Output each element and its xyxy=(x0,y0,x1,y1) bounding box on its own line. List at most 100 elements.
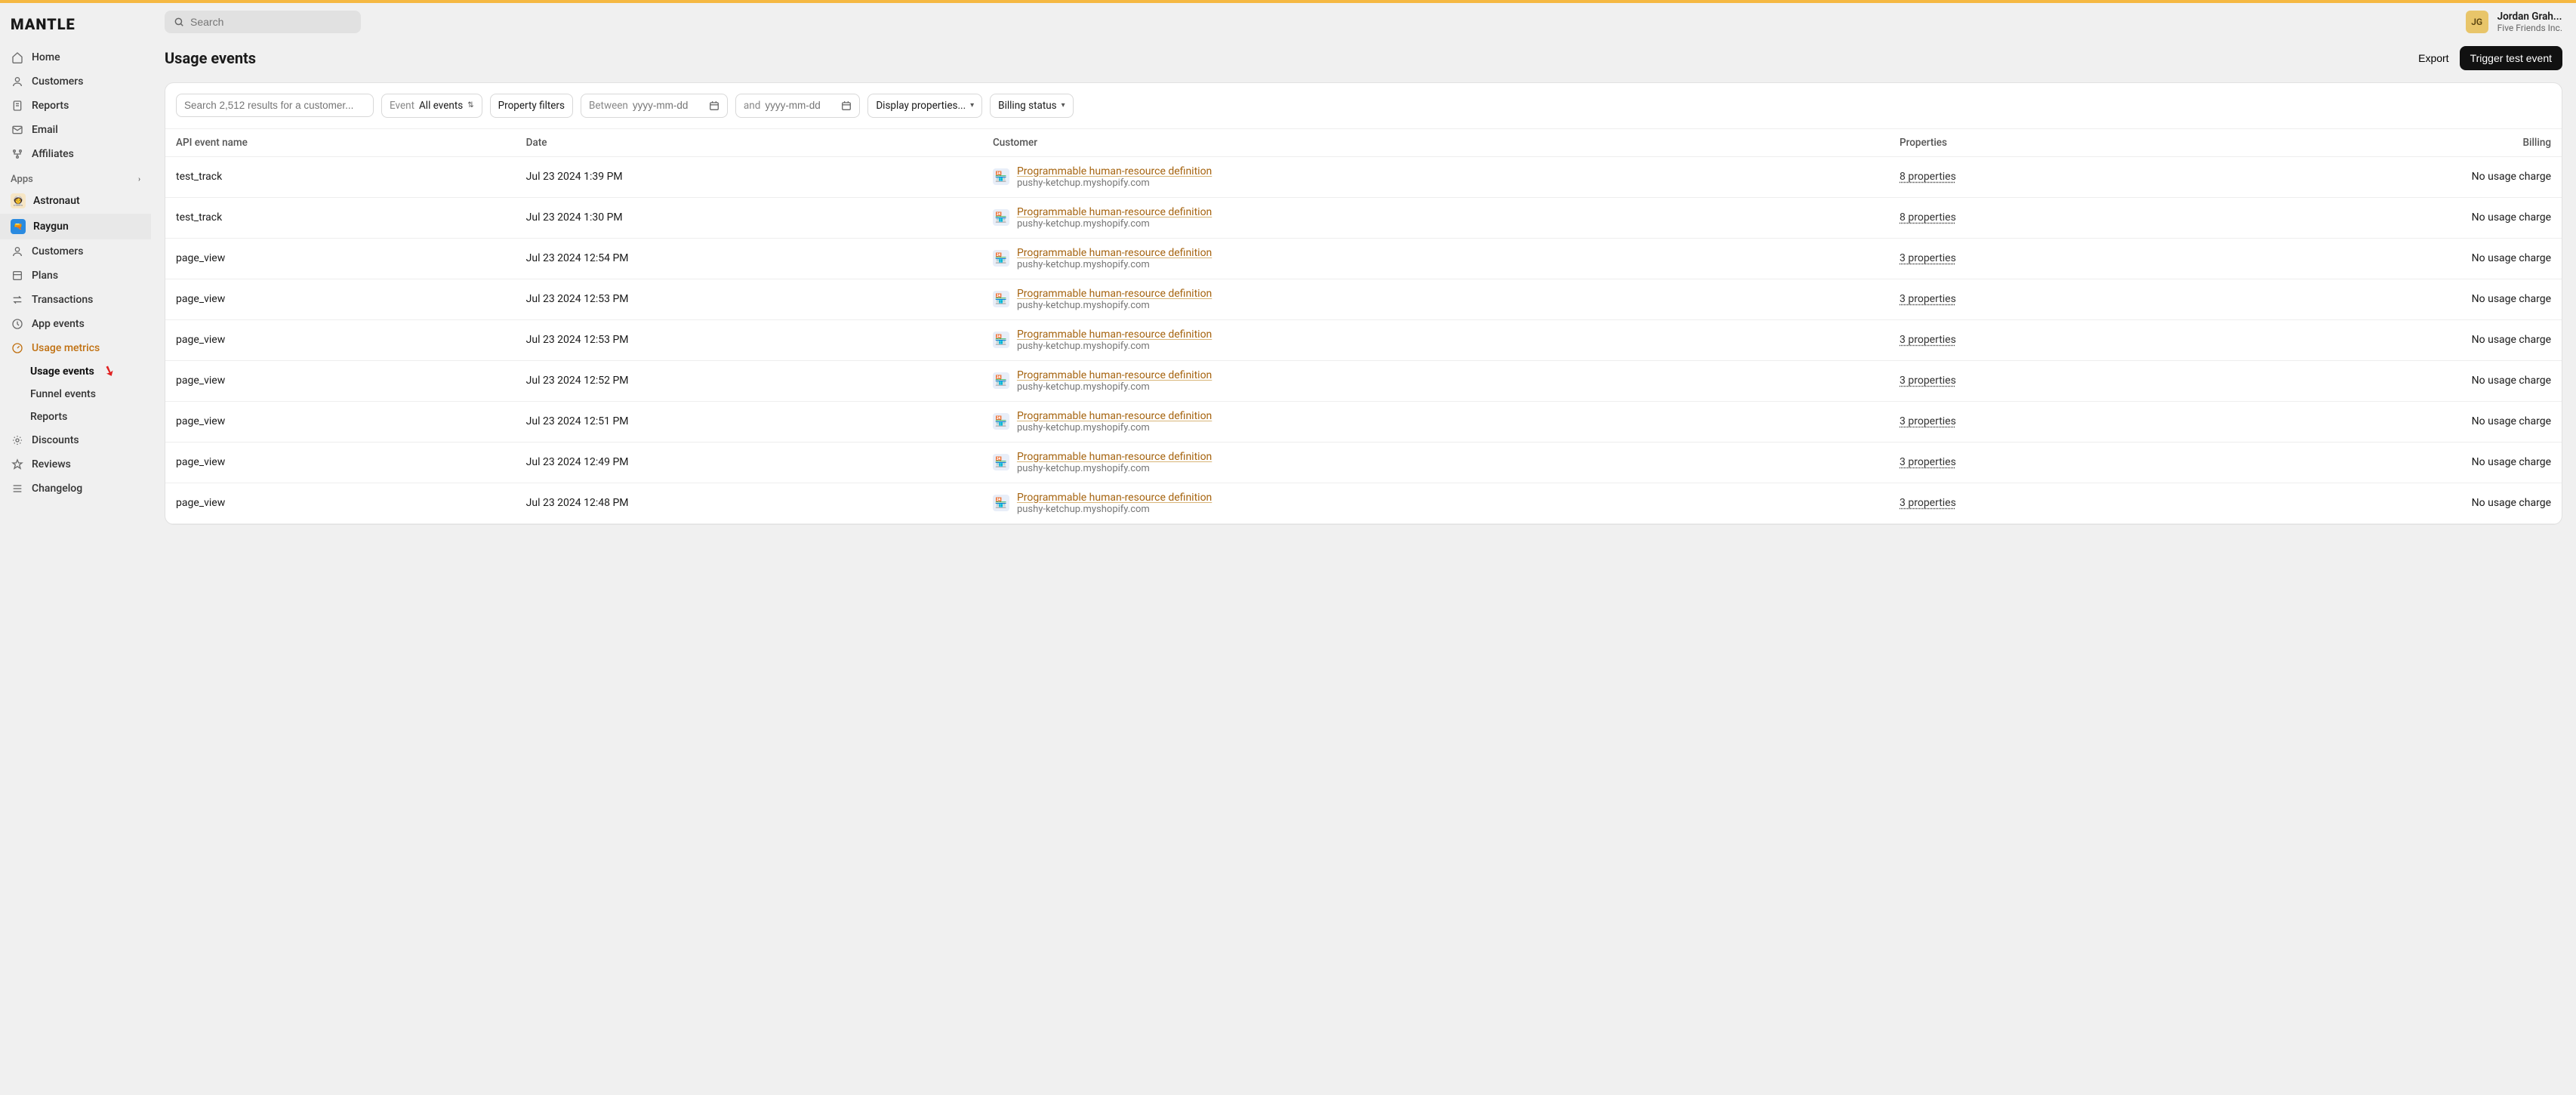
table-row[interactable]: page_view Jul 23 2024 12:49 PM 🏪 Program… xyxy=(165,442,2562,483)
nav-customers[interactable]: Customers xyxy=(0,69,151,94)
customer-link[interactable]: Programmable human-resource definition xyxy=(1017,165,1212,177)
and-label: and xyxy=(744,100,760,112)
table-row[interactable]: test_track Jul 23 2024 1:30 PM 🏪 Program… xyxy=(165,197,2562,238)
cell-billing: No usage charge xyxy=(2182,238,2562,279)
property-filters-button[interactable]: Property filters xyxy=(490,94,573,118)
export-button[interactable]: Export xyxy=(2408,46,2459,70)
table-row[interactable]: page_view Jul 23 2024 12:53 PM 🏪 Program… xyxy=(165,279,2562,319)
customer-search-input[interactable] xyxy=(184,100,365,111)
cell-billing: No usage charge xyxy=(2182,360,2562,401)
nav-reports[interactable]: Reports xyxy=(0,94,151,118)
table-row[interactable]: page_view Jul 23 2024 12:52 PM 🏪 Program… xyxy=(165,360,2562,401)
properties-link[interactable]: 3 properties xyxy=(1900,252,1956,264)
nav-email[interactable]: Email xyxy=(0,118,151,142)
table-row[interactable]: page_view Jul 23 2024 12:51 PM 🏪 Program… xyxy=(165,401,2562,442)
nav-sub-reports[interactable]: Reports xyxy=(0,406,151,428)
arrow-annotation-icon: ➘ xyxy=(101,362,117,381)
col-billing: Billing xyxy=(2182,129,2562,157)
nav-sub-usage-events[interactable]: Usage events➘ xyxy=(0,360,151,383)
cell-api: test_track xyxy=(165,156,516,197)
customer-link[interactable]: Programmable human-resource definition xyxy=(1017,247,1212,259)
customer-search[interactable] xyxy=(176,94,374,117)
nav-sub-label: Reports xyxy=(30,411,67,423)
cell-billing: No usage charge xyxy=(2182,483,2562,523)
display-properties-filter[interactable]: Display properties... ▾ xyxy=(867,94,982,118)
topbar: JG Jordan Grah... Five Friends Inc. xyxy=(151,3,2576,42)
properties-link[interactable]: 3 properties xyxy=(1900,375,1956,387)
app-astronaut[interactable]: 👩‍🚀Astronaut xyxy=(0,188,151,214)
nav-plans[interactable]: Plans xyxy=(0,264,151,288)
nav-discounts[interactable]: Discounts xyxy=(0,428,151,452)
billing-status-filter[interactable]: Billing status ▾ xyxy=(990,94,1074,118)
cell-date: Jul 23 2024 12:48 PM xyxy=(516,483,982,523)
nav-label: Discounts xyxy=(32,434,79,446)
cell-api: page_view xyxy=(165,401,516,442)
cell-customer: 🏪 Programmable human-resource definition… xyxy=(982,238,1889,279)
cell-properties: 3 properties xyxy=(1889,401,2182,442)
astronaut-icon: 👩‍🚀 xyxy=(11,193,26,208)
nav-changelog[interactable]: Changelog xyxy=(0,477,151,501)
customer-link[interactable]: Programmable human-resource definition xyxy=(1017,492,1212,504)
properties-link[interactable]: 3 properties xyxy=(1900,415,1956,427)
customer-domain: pushy-ketchup.myshopify.com xyxy=(1017,422,1212,433)
customer-link[interactable]: Programmable human-resource definition xyxy=(1017,451,1212,463)
properties-link[interactable]: 3 properties xyxy=(1900,497,1956,509)
table-row[interactable]: page_view Jul 23 2024 12:53 PM 🏪 Program… xyxy=(165,319,2562,360)
nav-label: Email xyxy=(32,124,58,136)
store-icon: 🏪 xyxy=(993,372,1009,389)
events-card: Event All events ⇅ Property filters Betw… xyxy=(165,82,2562,525)
col-customer: Customer xyxy=(982,129,1889,157)
customer-link[interactable]: Programmable human-resource definition xyxy=(1017,369,1212,381)
customers-icon xyxy=(11,75,24,88)
app-events-icon xyxy=(11,317,24,331)
cell-properties: 8 properties xyxy=(1889,156,2182,197)
global-search-input[interactable] xyxy=(190,16,352,28)
nav-home[interactable]: Home xyxy=(0,45,151,69)
customer-link[interactable]: Programmable human-resource definition xyxy=(1017,328,1212,341)
properties-link[interactable]: 8 properties xyxy=(1900,171,1956,183)
customer-link[interactable]: Programmable human-resource definition xyxy=(1017,206,1212,218)
user-meta[interactable]: Jordan Grah... Five Friends Inc. xyxy=(2497,11,2562,34)
nav-customers[interactable]: Customers xyxy=(0,239,151,264)
app-raygun[interactable]: 🔫Raygun xyxy=(0,214,151,239)
brand-logo[interactable]: MANTLE xyxy=(0,11,151,45)
trigger-test-event-button[interactable]: Trigger test event xyxy=(2460,46,2562,70)
properties-link[interactable]: 3 properties xyxy=(1900,334,1956,346)
properties-link[interactable]: 3 properties xyxy=(1900,456,1956,468)
date-to-input[interactable] xyxy=(765,100,837,111)
date-to-filter[interactable]: and xyxy=(735,94,860,118)
date-from-filter[interactable]: Between xyxy=(581,94,728,118)
cell-customer: 🏪 Programmable human-resource definition… xyxy=(982,483,1889,523)
nav-sub-label: Funnel events xyxy=(30,388,96,400)
nav-sub-funnel-events[interactable]: Funnel events xyxy=(0,383,151,406)
apps-section-label[interactable]: Apps › xyxy=(0,166,151,188)
event-filter[interactable]: Event All events ⇅ xyxy=(381,94,482,118)
cell-properties: 3 properties xyxy=(1889,483,2182,523)
nav-transactions[interactable]: Transactions xyxy=(0,288,151,312)
properties-link[interactable]: 8 properties xyxy=(1900,211,1956,224)
nav-app-events[interactable]: App events xyxy=(0,312,151,336)
property-filters-label: Property filters xyxy=(498,100,565,112)
sidebar: MANTLE HomeCustomersReportsEmailAffiliat… xyxy=(0,3,151,1095)
cell-date: Jul 23 2024 12:53 PM xyxy=(516,279,982,319)
properties-link[interactable]: 3 properties xyxy=(1900,293,1956,305)
date-from-input[interactable] xyxy=(633,100,704,111)
store-icon: 🏪 xyxy=(993,209,1009,226)
nav-affiliates[interactable]: Affiliates xyxy=(0,142,151,166)
global-search[interactable] xyxy=(165,11,361,33)
table-row[interactable]: page_view Jul 23 2024 12:54 PM 🏪 Program… xyxy=(165,238,2562,279)
avatar[interactable]: JG xyxy=(2466,11,2488,33)
table-row[interactable]: page_view Jul 23 2024 12:48 PM 🏪 Program… xyxy=(165,483,2562,523)
billing-status-label: Billing status xyxy=(998,100,1056,112)
table-row[interactable]: test_track Jul 23 2024 1:39 PM 🏪 Program… xyxy=(165,156,2562,197)
cell-date: Jul 23 2024 12:54 PM xyxy=(516,238,982,279)
customer-link[interactable]: Programmable human-resource definition xyxy=(1017,288,1212,300)
customer-link[interactable]: Programmable human-resource definition xyxy=(1017,410,1212,422)
cell-billing: No usage charge xyxy=(2182,319,2562,360)
nav-usage-metrics[interactable]: Usage metrics xyxy=(0,336,151,360)
customer-domain: pushy-ketchup.myshopify.com xyxy=(1017,381,1212,393)
nav-reviews[interactable]: Reviews xyxy=(0,452,151,477)
cell-billing: No usage charge xyxy=(2182,279,2562,319)
cell-billing: No usage charge xyxy=(2182,156,2562,197)
customer-domain: pushy-ketchup.myshopify.com xyxy=(1017,259,1212,270)
